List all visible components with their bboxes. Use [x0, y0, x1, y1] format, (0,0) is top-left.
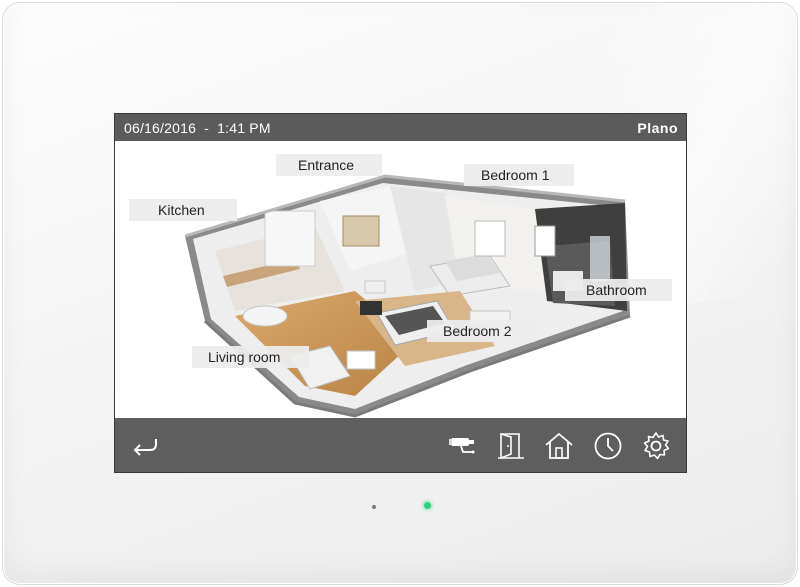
ambient-sensor-dot [372, 505, 376, 509]
door-button[interactable] [495, 430, 527, 462]
camera-button[interactable] [447, 430, 479, 462]
status-led [424, 502, 431, 509]
room-label-kitchen[interactable]: Kitchen [129, 199, 237, 221]
date-time-separator: - [204, 119, 210, 136]
back-button[interactable] [129, 430, 161, 462]
floor-plan-view[interactable]: Entrance Bedroom 1 Kitchen Bathroom Bedr… [115, 141, 686, 418]
room-label-bathroom[interactable]: Bathroom [565, 279, 672, 301]
settings-button[interactable] [640, 430, 672, 462]
time-text: 1:41 PM [217, 119, 271, 136]
room-label-bedroom-1-text: Bedroom 1 [481, 167, 550, 183]
room-label-bedroom-1[interactable]: Bedroom 1 [464, 164, 574, 186]
clock-button[interactable] [592, 430, 624, 462]
room-label-living-room[interactable]: Living room [192, 346, 309, 368]
room-label-entrance-text: Entrance [298, 157, 355, 173]
room-label-bedroom-2[interactable]: Bedroom 2 [427, 320, 535, 342]
home-icon [545, 432, 573, 459]
camera-icon [449, 438, 475, 454]
door-icon [498, 432, 524, 460]
clock-icon [594, 432, 622, 460]
date-text: 06/16/2016 [124, 119, 197, 136]
room-label-kitchen-text: Kitchen [158, 202, 205, 218]
room-label-entrance[interactable]: Entrance [276, 154, 382, 176]
status-bar: 06/16/2016 - 1:41 PM Plano [115, 114, 686, 141]
location-name: Plano [637, 119, 678, 136]
display-screen: 06/16/2016 - 1:41 PM Plano Entrance Bedr… [114, 113, 687, 473]
bottom-toolbar [115, 418, 686, 472]
room-label-living-room-text: Living room [208, 349, 281, 365]
back-arrow-icon [133, 439, 157, 456]
home-button[interactable] [543, 430, 575, 462]
date-time: 06/16/2016 - 1:41 PM [124, 120, 271, 136]
room-label-bedroom-2-text: Bedroom 2 [443, 323, 512, 339]
room-label-bathroom-text: Bathroom [586, 282, 647, 298]
gear-icon [643, 432, 670, 460]
